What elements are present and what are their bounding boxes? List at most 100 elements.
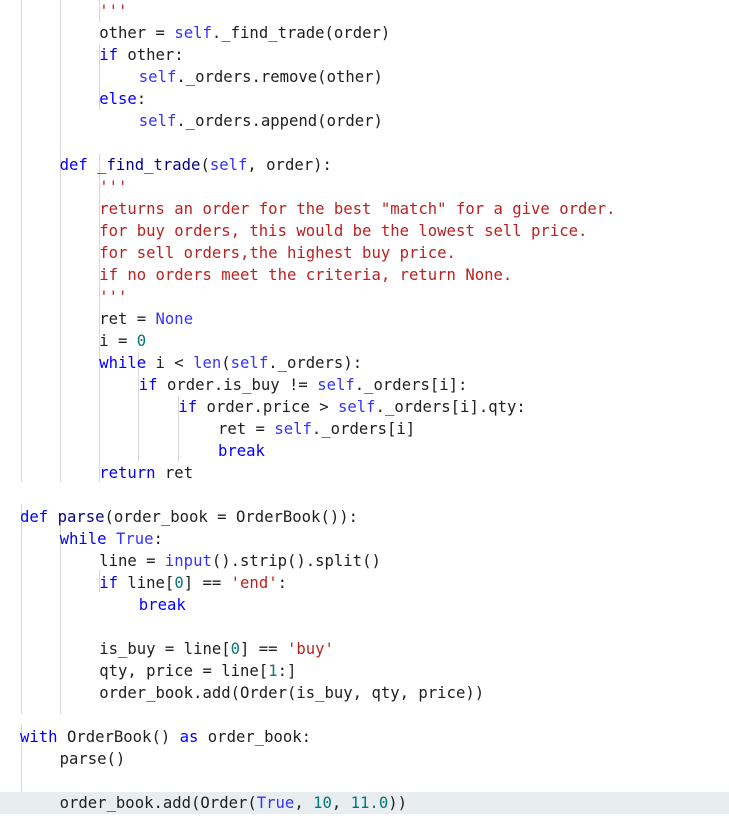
code-line[interactable]: if order.is_buy != self._orders[i]: (0, 374, 729, 396)
token-pl: : (136, 90, 147, 108)
code-editor[interactable]: ''' other = self._find_trade(order) if oth… (0, 0, 729, 818)
code-line[interactable]: for buy orders, this would be the lowest… (0, 220, 729, 242)
token-kw: if (99, 574, 118, 592)
code-line[interactable]: def _find_trade(self, order): (0, 154, 729, 176)
code-line[interactable]: if order.price > self._orders[i].qty: (0, 396, 729, 418)
token-self: self (138, 112, 177, 130)
token-kw: break (218, 442, 265, 460)
code-line[interactable]: returns an order for the best "match" fo… (0, 198, 729, 220)
token-pl: ._orders[i]: (354, 376, 468, 394)
token-num: 10 (313, 794, 332, 812)
code-line[interactable]: ''' (0, 176, 729, 198)
token-pl: ] == (183, 574, 231, 592)
code-line[interactable]: def parse(order_book = OrderBook()): (0, 506, 729, 528)
code-line[interactable]: while i < len(self._orders): (0, 352, 729, 374)
token-pl: other: (117, 46, 184, 64)
token-str: ''' (99, 178, 128, 196)
code-line[interactable]: while True: (0, 528, 729, 550)
token-num: 0 (136, 332, 147, 350)
code-line[interactable]: self._orders.remove(other) (0, 66, 729, 88)
token-kw: while (59, 530, 107, 548)
token-kw: while (99, 354, 147, 372)
code-line[interactable]: ''' (0, 0, 729, 22)
token-str: 'buy' (286, 640, 334, 658)
token-pl: is_buy = line[ (99, 640, 231, 658)
code-line[interactable]: for sell orders,the highest buy price. (0, 242, 729, 264)
code-line[interactable]: parse() (0, 748, 729, 770)
code-line[interactable]: ret = self._orders[i] (0, 418, 729, 440)
token-kw: def (20, 508, 49, 526)
token-self: True (115, 530, 154, 548)
token-num: 0 (230, 640, 241, 658)
token-pl: ().strip().split() (211, 552, 381, 570)
token-pl: ._orders.append(order) (176, 112, 383, 130)
code-line[interactable]: order_book.add(Order(is_buy, qty, price)… (0, 682, 729, 704)
token-pl: ( (200, 156, 210, 174)
token-bi: input (164, 552, 212, 570)
token-self: self (230, 354, 269, 372)
token-str: 'end' (230, 574, 278, 592)
token-pl: , order): (247, 156, 332, 174)
token-kw: if (138, 376, 158, 394)
token-pl: order_book.add(Order( (59, 794, 257, 812)
token-kw: def (59, 156, 88, 174)
token-pl: ._orders[i] (311, 420, 416, 438)
token-pl: ( (221, 354, 231, 372)
token-pl: :] (277, 662, 297, 680)
code-line[interactable]: ''' (0, 286, 729, 308)
token-pl: i = (99, 332, 137, 350)
code-line[interactable]: break (0, 594, 729, 616)
token-pl: ._orders.remove(other) (176, 68, 383, 86)
code-line[interactable]: ret = None (0, 308, 729, 330)
token-pl: ._orders[i].qty: (375, 398, 526, 416)
code-line[interactable] (0, 616, 729, 638)
code-line[interactable]: with OrderBook() as order_book: (0, 726, 729, 748)
token-pl: other (99, 24, 156, 42)
token-pl: )) (388, 794, 407, 812)
token-self: self (317, 376, 355, 394)
code-line[interactable]: is_buy = line[0] == 'buy' (0, 638, 729, 660)
token-pl: order_book: (198, 728, 312, 746)
code-line[interactable]: i = 0 (0, 330, 729, 352)
code-line[interactable]: line = input().strip().split() (0, 550, 729, 572)
code-line[interactable]: else: (0, 88, 729, 110)
token-pl: order.price > (197, 398, 338, 416)
token-self: True (256, 794, 295, 812)
code-line[interactable] (0, 484, 729, 506)
code-line[interactable]: qty, price = line[1:] (0, 660, 729, 682)
token-pl: order_book.add(Order(is_buy, qty, price)… (99, 684, 485, 702)
token-kw: else (99, 90, 137, 108)
code-line[interactable]: other = self._find_trade(order) (0, 22, 729, 44)
token-pl: = (155, 24, 175, 42)
token-num: 11.0 (350, 794, 389, 812)
code-line-highlighted[interactable]: order_book.add(Order(True, 10, 11.0)) (0, 792, 729, 814)
token-pl: : (277, 574, 287, 592)
token-str: ''' (99, 288, 128, 306)
token-kw: if (178, 398, 198, 416)
code-line[interactable]: return ret (0, 462, 729, 484)
token-str: if no orders meet the criteria, return N… (99, 266, 513, 284)
code-line[interactable] (0, 770, 729, 792)
code-line[interactable] (0, 132, 729, 154)
token-pl: parse() (59, 750, 126, 768)
token-pl: order.is_buy != (157, 376, 318, 394)
token-pl: ret = (218, 420, 275, 438)
code-content[interactable]: ''' other = self._find_trade(order) if oth… (0, 0, 729, 814)
token-self: self (174, 24, 212, 42)
code-line[interactable]: if no orders meet the criteria, return N… (0, 264, 729, 286)
code-line[interactable]: if other: (0, 44, 729, 66)
token-fn: parse (57, 508, 105, 526)
token-pl: , (294, 794, 314, 812)
token-kw: as (179, 728, 199, 746)
token-self: self (138, 68, 177, 86)
token-self: self (338, 398, 376, 416)
code-line[interactable]: break (0, 440, 729, 462)
token-pl: i < (146, 354, 194, 372)
code-line[interactable]: self._orders.append(order) (0, 110, 729, 132)
token-self: self (274, 420, 312, 438)
token-str: ''' (99, 2, 128, 20)
code-line[interactable] (0, 704, 729, 726)
code-line[interactable]: if line[0] == 'end': (0, 572, 729, 594)
token-kw: return (99, 464, 156, 482)
